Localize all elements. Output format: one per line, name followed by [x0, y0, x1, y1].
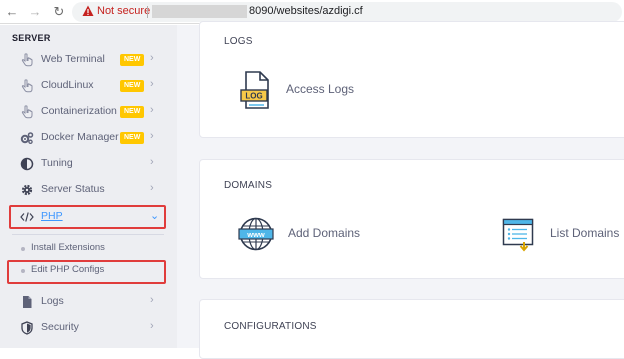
configurations-card: CONFIGURATIONS — [199, 299, 624, 359]
sidebar-item-docker-manager[interactable]: Docker Manager NEW › — [12, 126, 167, 150]
cogs-icon — [20, 132, 34, 145]
redacted-host — [152, 5, 247, 18]
url-text[interactable]: 8090/websites/azdigi.cf — [249, 5, 363, 17]
add-domains-link[interactable]: Add Domains — [288, 226, 360, 240]
forward-arrow-icon[interactable]: → — [26, 3, 44, 21]
new-badge: NEW — [120, 106, 145, 118]
sidebar-section-title: SERVER — [12, 33, 51, 43]
svg-text:LOG: LOG — [245, 92, 262, 101]
access-logs-link[interactable]: Access Logs — [286, 82, 354, 96]
sidebar-item-tuning[interactable]: Tuning › — [12, 152, 167, 176]
shield-icon — [21, 321, 33, 335]
sidebar-item-containerization[interactable]: Containerization NEW › — [12, 100, 167, 124]
php-highlight-box — [9, 205, 166, 229]
logs-card-title: LOGS — [224, 36, 253, 47]
sidebar: SERVER Web Terminal NEW › CloudLinux NEW… — [0, 25, 177, 348]
sidebar-item-security[interactable]: Security › — [12, 316, 167, 340]
submenu-item-label: Install Extensions — [31, 242, 105, 253]
chevron-right-icon: › — [150, 156, 154, 168]
sidebar-item-server-status[interactable]: Server Status › — [12, 178, 167, 202]
www-globe-icon[interactable]: www — [238, 216, 274, 252]
chevron-right-icon: › — [150, 294, 154, 306]
chevron-right-icon: › — [150, 182, 154, 194]
sidebar-item-web-terminal[interactable]: Web Terminal NEW › — [12, 48, 167, 72]
logs-card: LOGS LOG Access Logs — [199, 21, 624, 138]
half-circle-icon — [20, 157, 34, 171]
new-badge: NEW — [120, 80, 145, 92]
new-badge: NEW — [120, 132, 145, 144]
chevron-right-icon: › — [150, 130, 154, 142]
address-bar[interactable]: Not secure 8090/websites/azdigi.cf — [72, 2, 622, 22]
warning-triangle-icon[interactable] — [82, 5, 94, 17]
file-icon — [23, 296, 32, 308]
chevron-right-icon: › — [150, 104, 154, 116]
configurations-card-title: CONFIGURATIONS — [224, 321, 317, 332]
domains-card-title: DOMAINS — [224, 180, 273, 191]
hand-pointer-icon — [21, 53, 33, 67]
submenu-item-install-extensions[interactable]: Install Extensions — [12, 238, 167, 260]
sidebar-item-label: Logs — [41, 295, 64, 307]
hand-pointer-icon — [21, 79, 33, 93]
back-arrow-icon[interactable]: ← — [3, 3, 21, 21]
reload-icon[interactable]: ↻ — [50, 3, 68, 21]
sidebar-item-label: Security — [41, 321, 79, 333]
sidebar-item-label: Docker Manager — [41, 131, 119, 143]
submenu-divider — [12, 234, 164, 235]
sidebar-item-label: Server Status — [41, 183, 105, 195]
sidebar-item-label: Containerization — [41, 105, 117, 117]
log-file-icon[interactable]: LOG — [240, 70, 272, 110]
svg-text:www: www — [246, 230, 265, 239]
not-secure-label[interactable]: Not secure — [97, 5, 150, 17]
gear-icon — [21, 184, 33, 196]
sidebar-item-label: Web Terminal — [41, 53, 105, 65]
chevron-right-icon: › — [150, 320, 154, 332]
sidebar-item-logs[interactable]: Logs › — [12, 290, 167, 314]
chevron-right-icon: › — [150, 78, 154, 90]
list-window-icon[interactable] — [502, 218, 536, 254]
sidebar-item-label: Tuning — [41, 157, 73, 169]
hand-pointer-icon — [21, 105, 33, 119]
bullet-dot-icon — [21, 247, 25, 251]
sidebar-item-cloudlinux[interactable]: CloudLinux NEW › — [12, 74, 167, 98]
url-separator — [147, 6, 148, 18]
new-badge: NEW — [120, 54, 145, 66]
domains-card: DOMAINS www Add Domains List Domains — [199, 159, 624, 279]
main-content: LOGS LOG Access Logs DOMAINS www Add Dom… — [177, 21, 624, 359]
chevron-right-icon: › — [150, 52, 154, 64]
edit-php-configs-highlight-box — [7, 260, 166, 284]
sidebar-item-label: CloudLinux — [41, 79, 94, 91]
list-domains-link[interactable]: List Domains — [550, 226, 619, 240]
